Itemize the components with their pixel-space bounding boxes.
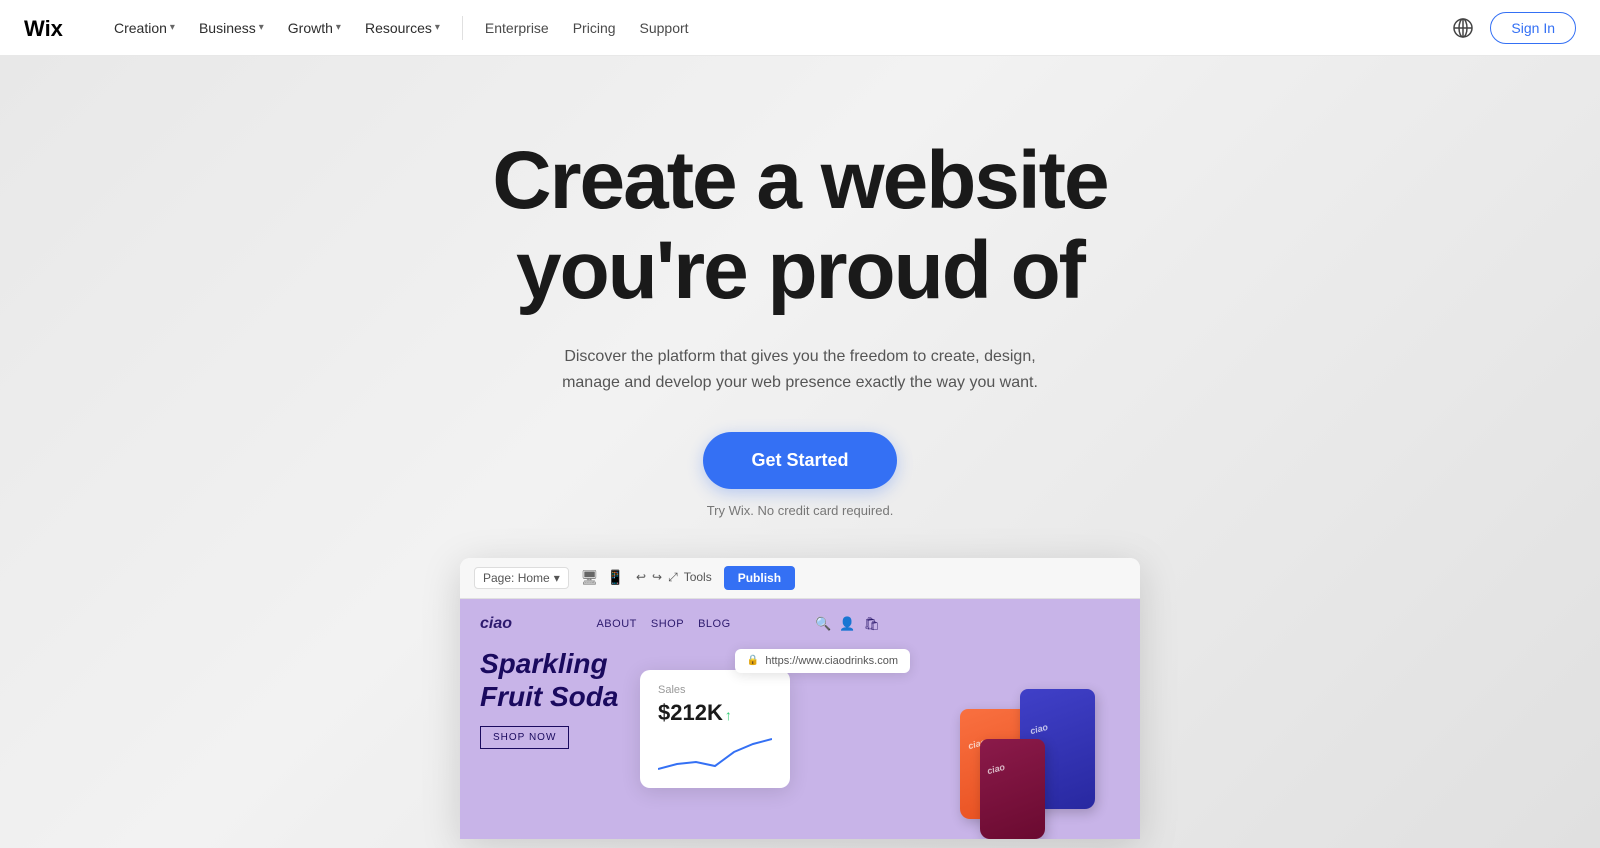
chevron-down-icon: ▾ [554,571,560,585]
dark-can: ciao [980,739,1045,839]
site-logo: ciao [480,615,512,633]
url-bar: 🔒 https://www.ciaodrinks.com [735,649,910,673]
website-preview: ciao ABOUT SHOP BLOG 🔍 👤 🛍 [460,599,1140,839]
nav-divider [462,16,463,40]
sales-label: Sales [658,684,772,696]
sales-amount: $212K↑ [658,700,772,726]
sales-chart [658,734,772,774]
chevron-down-icon: ▾ [170,22,175,33]
page-selector[interactable]: Page: Home ▾ [474,567,569,589]
lock-icon: 🔒 [747,655,759,666]
editor-window: Page: Home ▾ 🖥 📱 ↩ ↪ ⤢ Tools Publish [460,558,1140,839]
site-nav-links: ABOUT SHOP BLOG [596,618,730,630]
hero-subtitle: Discover the platform that gives you the… [540,344,1060,395]
navbar: Wix Creation ▾ Business ▾ Growth ▾ Resou… [0,0,1600,56]
site-navbar: ciao ABOUT SHOP BLOG 🔍 👤 🛍 [480,615,880,633]
toolbar-actions: ↩ ↪ ⤢ Tools [636,570,712,585]
wix-logo[interactable]: Wix [24,16,72,40]
globe-icon[interactable] [1452,17,1474,39]
chevron-down-icon: ▾ [336,22,341,33]
nav-links: Creation ▾ Business ▾ Growth ▾ Resources… [104,14,1452,42]
editor-toolbar: Page: Home ▾ 🖥 📱 ↩ ↪ ⤢ Tools Publish [460,558,1140,599]
mobile-icon[interactable]: 📱 [607,569,624,586]
hero-section: Create a website you're proud of Discove… [0,56,1600,848]
fullscreen-icon[interactable]: ⤢ [668,570,678,585]
search-icon: 🔍 [815,616,831,632]
nav-item-enterprise[interactable]: Enterprise [475,14,559,42]
editor-preview: Sales $212K↑ [460,558,1140,848]
user-icon: 👤 [839,616,855,632]
tools-label[interactable]: Tools [684,570,712,585]
publish-button[interactable]: Publish [724,566,795,590]
shop-now-button[interactable]: SHOP NOW [480,726,569,749]
site-nav-icons: 🔍 👤 🛍 [815,616,880,632]
svg-text:Wix: Wix [24,16,64,40]
get-started-button[interactable]: Get Started [703,432,896,489]
sign-in-button[interactable]: Sign In [1490,12,1576,44]
nav-item-business[interactable]: Business ▾ [189,14,274,42]
desktop-icon[interactable]: 🖥 [581,569,599,586]
nav-item-growth[interactable]: Growth ▾ [278,14,351,42]
hero-note: Try Wix. No credit card required. [707,503,894,518]
undo-icon[interactable]: ↩ [636,570,646,585]
product-cans: ciao ciao ciao [900,599,1140,839]
nav-item-creation[interactable]: Creation ▾ [104,14,185,42]
sales-widget: Sales $212K↑ [640,670,790,788]
hero-title: Create a website you're proud of [492,136,1107,316]
chevron-down-icon: ▾ [435,22,440,33]
nav-item-pricing[interactable]: Pricing [563,14,626,42]
nav-item-resources[interactable]: Resources ▾ [355,14,450,42]
redo-icon[interactable]: ↪ [652,570,662,585]
chevron-down-icon: ▾ [259,22,264,33]
nav-right: Sign In [1452,12,1576,44]
cart-icon: 🛍 [863,616,880,632]
toolbar-device-icons: 🖥 📱 [581,569,624,586]
nav-item-support[interactable]: Support [630,14,699,42]
